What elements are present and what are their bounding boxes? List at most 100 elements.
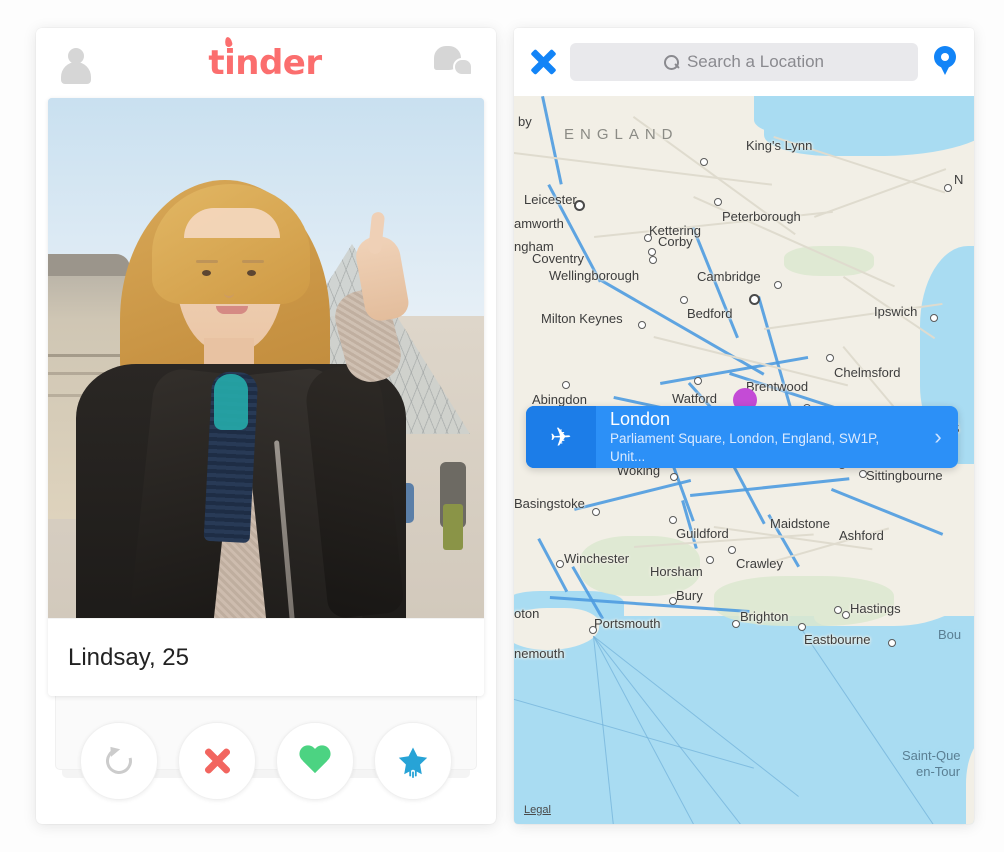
map-label: Wellingborough [549,268,640,283]
subject-scarf-teal [214,373,248,430]
tinder-logo: tinder [208,36,322,83]
rewind-button[interactable] [80,722,158,800]
map-label: Saint-Que [902,748,961,763]
map-pin-dot [941,53,949,61]
motorway [541,96,563,185]
map-city-dot [680,296,688,304]
map-city-dot [649,256,657,264]
star-icon [398,747,428,778]
map-label: Portsmouth [594,616,661,631]
map-label: Ipswich [874,304,918,319]
map-city-dot [670,473,678,481]
rewind-icon [104,746,134,776]
minor-road [514,152,773,186]
tinder-wordmark: tinder [208,43,322,83]
person-icon-body [61,62,91,84]
card-stack: Lindsay, 25 [48,98,484,778]
map-label: Guildford [676,526,729,541]
map-city-dot [648,248,656,256]
motorway [690,477,850,497]
map-city-dot [706,556,714,564]
map-label: Horsham [650,564,703,579]
airplane-icon: ✈ [526,406,596,468]
chat-bubble-small [453,58,473,76]
map-label: Winchester [564,551,630,566]
map-city-dot [669,516,677,524]
map-canvas[interactable]: by ENGLAND King's Lynn Leicester amworth ngha… [514,96,974,824]
map-label: Cambridge [697,269,761,284]
map-label: by [518,114,532,129]
map-city-dot [669,597,677,605]
map-city-dot [798,623,806,631]
english-channel [514,616,974,824]
map-label: Eastbourne [804,632,871,647]
map-label: Brighton [740,609,789,624]
map-city-dot [694,377,702,385]
map-label: en-Tour [916,764,961,779]
screenshot-root: tinder Lindsay, 25 Search a Location by … [0,0,1004,852]
map-city-dot [842,611,850,619]
search-placeholder: Search a Location [686,52,825,71]
map-label: amworth [514,216,564,231]
map-label: Kettering [649,223,702,238]
photo-subject [48,140,484,618]
map-label: N [954,172,964,187]
heart-icon [298,746,332,776]
map-label: Sittingbourne [866,468,943,483]
map-label: Maidstone [770,516,830,531]
map-label: Basingstoke [514,496,585,511]
profile-card[interactable]: Lindsay, 25 [48,98,484,696]
legal-link[interactable]: Legal [524,804,551,816]
map-label: Bedford [687,306,733,321]
map-panel: Search a Location by ENGLAND King's Lynn… [514,28,974,824]
nope-button[interactable] [178,722,256,800]
map-city-dot [834,606,842,614]
map-label: Ashford [839,528,884,543]
profile-name-age: Lindsay, 25 [68,643,189,671]
search-bar: Search a Location [514,28,974,96]
x-icon [202,746,232,776]
map-label: Chelmsford [834,365,901,380]
tinder-panel: tinder Lindsay, 25 [36,28,496,824]
map-label: ENGLAND [564,126,679,143]
motorway [574,478,692,511]
location-result-card[interactable]: ✈ London Parliament Square, London, Engl… [526,406,958,468]
map-label: oton [514,606,540,621]
map-city-dot [944,184,952,192]
subject-eye [247,269,256,276]
map-city-dot [700,158,708,166]
location-result-title: London [609,409,671,429]
map-label: Bury [676,588,703,603]
chat-bubbles-icon[interactable] [434,44,476,82]
map-city-dot [826,354,834,362]
map-label: Milton Keynes [541,311,623,326]
map-label: Hastings [850,601,901,616]
location-result-subtitle: Parliament Square, London, England, SW1P… [609,431,880,464]
subject-eyebrow [242,259,264,263]
map-city-dot [774,281,782,289]
map-label: Watford [672,391,718,406]
motorway [598,278,765,376]
map-city-dot [859,470,867,478]
map-city-dot [728,546,736,554]
location-result-text: London Parliament Square, London, Englan… [596,408,918,466]
map-city-dot [930,314,938,322]
superlike-button[interactable] [374,722,452,800]
map-city-dot [638,321,646,329]
subject-nose [224,288,234,298]
map-pin-tip [938,61,952,75]
map-city-dot [592,508,600,516]
close-x-icon[interactable] [528,47,558,77]
map-label: Peterborough [722,209,801,224]
map-label: Abingdon [532,392,587,407]
map-city-dot [714,198,722,206]
person-icon[interactable] [56,43,96,84]
profile-caption: Lindsay, 25 [48,618,484,696]
search-input[interactable]: Search a Location [570,43,918,81]
map-pin-icon[interactable] [930,44,960,80]
map-capital-dot [749,294,760,305]
map-label: Crawley [736,556,783,571]
map-capital-dot [574,200,585,211]
map-city-dot [589,626,597,634]
like-button[interactable] [276,722,354,800]
